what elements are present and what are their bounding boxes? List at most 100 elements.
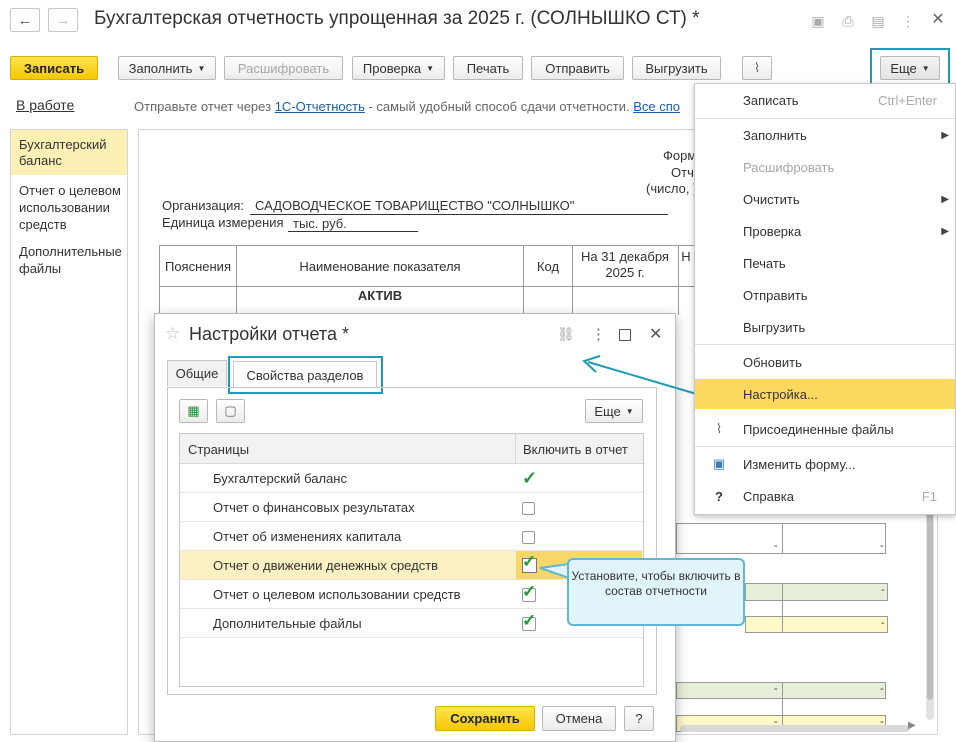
menu-item-print[interactable]: Печать bbox=[695, 250, 955, 276]
include-checkbox[interactable] bbox=[522, 531, 535, 544]
include-checkbox[interactable] bbox=[522, 502, 535, 515]
table-row[interactable]: Бухгалтерский баланс ✓ bbox=[180, 464, 643, 493]
dialog-save-label: Сохранить bbox=[450, 711, 520, 726]
menu-item-refresh[interactable]: Обновить bbox=[695, 349, 955, 375]
table-row[interactable]: Отчет об изменениях капитала bbox=[180, 522, 643, 551]
form-line-3: (число, ) bbox=[646, 181, 698, 196]
save-button[interactable]: Записать bbox=[10, 56, 98, 80]
menu-item-send[interactable]: Отправить bbox=[695, 282, 955, 308]
table-row[interactable]: Отчет о финансовых результатах bbox=[180, 493, 643, 522]
table-header: Страницы Включить в отчет bbox=[180, 434, 643, 464]
more-vert-icon[interactable]: ⋮ bbox=[591, 325, 606, 343]
print-button[interactable]: Печать bbox=[453, 56, 523, 80]
dialog-help-button[interactable]: ? bbox=[624, 706, 654, 731]
menu-item-help[interactable]: ? Справка F1 bbox=[695, 483, 955, 509]
decode-button[interactable]: Расшифровать bbox=[224, 56, 343, 80]
preview-icon[interactable]: ▤ bbox=[870, 13, 886, 29]
more-vert-icon[interactable]: ⋮ bbox=[900, 13, 916, 29]
dialog-cancel-label: Отмена bbox=[555, 711, 603, 726]
checkmark-icon: ✓ bbox=[522, 552, 537, 571]
check-all-button[interactable]: ▦ bbox=[179, 399, 208, 423]
sidebar-item-target-funds[interactable]: Отчет о целевом использовании средств bbox=[19, 182, 127, 233]
check-button[interactable]: Проверка ▼ bbox=[352, 56, 445, 80]
submenu-arrow-icon: ▶ bbox=[941, 193, 949, 205]
menu-item-settings[interactable]: Настройка... bbox=[695, 379, 955, 409]
dash-cell: - bbox=[880, 540, 884, 552]
menu-item-fill[interactable]: Заполнить ▶ bbox=[695, 122, 955, 148]
checkmark-icon: ✓ bbox=[522, 611, 537, 630]
menu-item-attached-files[interactable]: ⌇ Присоединенные файлы bbox=[695, 416, 955, 442]
column-divider bbox=[515, 434, 516, 464]
header-next: Н bbox=[681, 249, 691, 264]
tab-general[interactable]: Общие bbox=[167, 360, 227, 386]
unit-underline bbox=[288, 231, 418, 232]
all-methods-link[interactable]: Все спо bbox=[633, 99, 680, 114]
table-col-line bbox=[523, 245, 524, 315]
vertical-scrollbar-thumb[interactable] bbox=[927, 510, 933, 700]
maximize-icon[interactable] bbox=[619, 329, 631, 341]
status-link[interactable]: В работе bbox=[16, 97, 74, 113]
menu-item-save[interactable]: Записать Ctrl+Enter bbox=[695, 87, 955, 113]
horizontal-scrollbar[interactable] bbox=[680, 725, 910, 732]
print-icon[interactable]: ⎙ bbox=[840, 13, 856, 29]
menu-item-check[interactable]: Проверка ▶ bbox=[695, 218, 955, 244]
header-code: Код bbox=[536, 259, 560, 274]
table-row bbox=[676, 682, 886, 699]
menu-separator bbox=[695, 344, 955, 345]
menu-item-label: Расшифровать bbox=[743, 159, 835, 175]
menu-item-change-form[interactable]: ▣ Изменить форму... bbox=[695, 451, 955, 477]
forward-button[interactable]: → bbox=[48, 8, 78, 32]
status-message: Отправьте отчет через 1С-Отчетность - са… bbox=[134, 99, 680, 114]
report-right-rows: - - bbox=[676, 515, 888, 555]
link-icon[interactable]: ⛓ bbox=[557, 326, 575, 343]
menu-item-export[interactable]: Выгрузить bbox=[695, 314, 955, 340]
column-include[interactable]: Включить в отчет bbox=[523, 442, 628, 457]
menu-item-label: Заполнить bbox=[743, 127, 807, 143]
sidebar-item-extra-files[interactable]: Дополнительные файлы bbox=[19, 243, 127, 277]
menu-item-label: Справка bbox=[743, 488, 794, 504]
checkmark-icon[interactable]: ✓ bbox=[522, 468, 537, 489]
attach-button[interactable]: ⌇ bbox=[742, 56, 772, 80]
row-label: Отчет о финансовых результатах bbox=[213, 500, 415, 515]
dialog-save-button[interactable]: Сохранить bbox=[435, 706, 535, 731]
header-indicator: Наименование показателя bbox=[299, 259, 461, 274]
close-icon[interactable]: ✕ bbox=[930, 12, 946, 28]
help-icon: ? bbox=[715, 488, 723, 504]
unit-label: Единица измерения bbox=[162, 215, 284, 230]
check-button-label: Проверка bbox=[362, 60, 422, 76]
checkmark-icon: ✓ bbox=[522, 582, 537, 601]
menu-separator bbox=[695, 118, 955, 119]
service-link[interactable]: 1С-Отчетность bbox=[275, 99, 365, 114]
favorite-star-icon[interactable]: ☆ bbox=[165, 324, 180, 344]
export-button[interactable]: Выгрузить bbox=[632, 56, 721, 80]
save-button-label: Записать bbox=[23, 60, 85, 76]
column-pages[interactable]: Страницы bbox=[188, 442, 249, 457]
uncheck-all-button[interactable]: ▢ bbox=[216, 399, 245, 423]
back-button[interactable]: ← bbox=[10, 8, 40, 32]
unit-value: тыс. руб. bbox=[293, 216, 347, 231]
org-label: Организация: bbox=[162, 198, 245, 213]
status-message-text: Отправьте отчет через bbox=[134, 99, 272, 114]
dialog-more-button[interactable]: Еще ▼ bbox=[585, 399, 643, 423]
dialog-help-label: ? bbox=[635, 711, 643, 726]
menu-item-decode[interactable]: Расшифровать bbox=[695, 154, 955, 180]
menu-item-label: Присоединенные файлы bbox=[743, 421, 894, 437]
dialog-cancel-button[interactable]: Отмена bbox=[542, 706, 616, 731]
menu-item-label: Настройка... bbox=[743, 386, 818, 402]
menu-shortcut: F1 bbox=[921, 488, 937, 504]
form-settings-icon: ▣ bbox=[712, 456, 726, 471]
table-col-line bbox=[236, 245, 237, 315]
row-label: Отчет об изменениях капитала bbox=[213, 529, 402, 544]
caret-down-icon: ▼ bbox=[625, 406, 634, 416]
close-icon[interactable]: ✕ bbox=[649, 324, 662, 344]
header-date: На 31 декабря 2025 г. bbox=[581, 249, 669, 280]
fill-button[interactable]: Заполнить ▼ bbox=[118, 56, 216, 80]
menu-item-label: Изменить форму... bbox=[743, 456, 856, 472]
send-button[interactable]: Отправить bbox=[531, 56, 624, 80]
menu-item-clear[interactable]: Очистить ▶ bbox=[695, 186, 955, 212]
scroll-right-icon[interactable]: ▶ bbox=[908, 720, 916, 731]
save-icon[interactable]: ▣ bbox=[810, 13, 826, 29]
form-line-2: Отч bbox=[671, 165, 694, 180]
status-message-tail: - самый удобный способ сдачи отчетности. bbox=[364, 99, 630, 114]
more-button[interactable]: Еще ▼ bbox=[880, 56, 940, 80]
